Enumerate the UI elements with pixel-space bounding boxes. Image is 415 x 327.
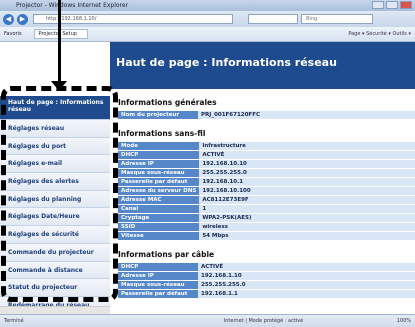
section-title-wireless: Informations sans-fil [118, 129, 206, 138]
table-row: Adresse IP 192.168.1.10 [118, 272, 415, 280]
sidebar-item-network-info[interactable]: Haut de page : Informations réseau [0, 96, 110, 120]
section-title-general: Informations générales [118, 98, 217, 107]
table-row: Adresse du serveur DNS 192.168.10.100 [118, 187, 415, 195]
row-value: ACTIVÉ [198, 263, 415, 271]
row-value: AC8112E73E9F [199, 196, 415, 204]
row-key: Mode [118, 142, 200, 150]
sidebar-item-projector-status[interactable]: Statut du projecteur [0, 279, 110, 297]
row-value: wireless [199, 223, 415, 231]
row-value: WPA2-PSK(AES) [199, 214, 415, 222]
row-key: SSID [118, 223, 200, 231]
sidebar-item-alert-settings[interactable]: Réglages des alertes [0, 173, 110, 191]
table-row: Vitesse 54 Mbps [118, 232, 415, 240]
maximize-button[interactable] [386, 1, 398, 9]
window-titlebar: Projector - Windows Internet Explorer [0, 0, 415, 11]
row-value: 255.255.255.0 [199, 169, 415, 177]
table-row: Cryptage WPA2-PSK(AES) [118, 214, 415, 222]
row-value: ACTIVÉ [199, 151, 415, 159]
row-key: Adresse IP [118, 160, 200, 168]
table-row: Passerelle par défaut 192.168.1.1 [118, 290, 415, 298]
row-key: DHCP [118, 263, 198, 271]
row-value: PRJ_001F67120FFC [198, 111, 415, 119]
table-row: Mode Infrastructure [118, 142, 415, 150]
row-key: Vitesse [118, 232, 200, 240]
row-value: Infrastructure [199, 142, 415, 150]
table-row: Masque sous-réseau 255.255.255.0 [118, 281, 415, 289]
sidebar-item-port-settings[interactable]: Réglages du port [0, 137, 110, 156]
window-controls [372, 1, 412, 9]
close-button[interactable] [400, 1, 412, 9]
security-zone: Internet | Mode protégé : activé [223, 318, 304, 324]
row-key: Adresse MAC [118, 196, 200, 204]
address-toolbar: ◀ ▶ http://192.168.1.10/ Bing [0, 11, 415, 27]
window-title: Projector - Windows Internet Explorer [16, 2, 129, 9]
row-value: 192.168.10.100 [199, 187, 415, 195]
row-key: Masque sous-réseau [118, 281, 198, 289]
favorites-button[interactable]: Favoris [0, 31, 22, 37]
refresh-stop-controls[interactable] [248, 14, 298, 24]
status-text: Terminé [4, 318, 24, 324]
row-key: Adresse du serveur DNS [118, 187, 200, 195]
sidebar-item-datetime-settings[interactable]: Réglages Date/Heure [0, 208, 110, 227]
table-row: Nom du projecteur PRJ_001F67120FFC [118, 111, 415, 119]
sidebar-item-security-settings[interactable]: Réglages de sécurité [0, 226, 110, 244]
row-value: 192.168.1.1 [198, 290, 415, 298]
callout-arrow-icon [51, 0, 67, 91]
sidebar-item-schedule-settings[interactable]: Réglages du planning [0, 190, 110, 209]
row-key: Passerelle par défaut [118, 290, 198, 298]
search-input[interactable]: Bing [301, 14, 373, 24]
zoom-level[interactable]: 100% [397, 318, 415, 324]
sidebar-item-projector-control[interactable]: Commande du projecteur [0, 243, 110, 262]
sidebar-item-network-settings[interactable]: Réglages réseau [0, 120, 110, 138]
table-row: Canal 1 [118, 205, 415, 213]
wired-info-table: DHCP ACTIVÉ Adresse IP 192.168.1.10 Masque… [118, 262, 415, 299]
row-value: 192.168.10.10 [199, 160, 415, 168]
row-key: Nom du projecteur [118, 111, 198, 119]
table-row: DHCP ACTIVÉ [118, 151, 415, 159]
table-row: SSID wireless [118, 223, 415, 231]
table-row: Masque sous-réseau 255.255.255.0 [118, 169, 415, 177]
row-key: Passerelle par défaut [118, 178, 200, 186]
row-key: Canal [118, 205, 200, 213]
minimize-button[interactable] [372, 1, 384, 9]
forward-arrow-icon[interactable]: ▶ [17, 13, 28, 25]
main-content: Haut de page : Informations réseau Infor… [110, 42, 415, 314]
row-value: 192.168.1.10 [198, 272, 415, 280]
horizontal-scrollbar[interactable] [0, 306, 110, 314]
general-info-table: Nom du projecteur PRJ_001F67120FFC [118, 110, 415, 120]
sidebar-item-email-settings[interactable]: Réglages e-mail [0, 155, 110, 174]
table-row: DHCP ACTIVÉ [118, 263, 415, 271]
favorites-bar: Favoris Projector Setup Page ▾ Sécurité … [0, 27, 415, 42]
row-key: Adresse IP [118, 272, 198, 280]
table-row: Adresse MAC AC8112E73E9F [118, 196, 415, 204]
table-row: Passerelle par défaut 192.168.10.1 [118, 178, 415, 186]
table-row: Adresse IP 192.168.10.10 [118, 160, 415, 168]
wireless-info-table: Mode Infrastructure DHCP ACTIVÉ Adresse IP… [118, 141, 415, 241]
row-key: Cryptage [118, 214, 200, 222]
row-key: Masque sous-réseau [118, 169, 200, 177]
address-input[interactable]: http://192.168.1.10/ [33, 14, 233, 24]
page-title: Haut de page : Informations réseau [110, 42, 415, 89]
row-value: 192.168.10.1 [199, 178, 415, 186]
row-key: DHCP [118, 151, 200, 159]
command-bar[interactable]: Page ▾ Sécurité ▾ Outils ▾ [348, 31, 415, 37]
section-title-wired: Informations par câble [118, 250, 215, 259]
back-arrow-icon[interactable]: ◀ [3, 13, 14, 25]
row-value: 54 Mbps [199, 232, 415, 240]
status-bar: Terminé Internet | Mode protégé : activé… [0, 314, 415, 327]
row-value: 255.255.255.0 [198, 281, 415, 289]
row-value: 1 [199, 205, 415, 213]
sidebar-item-remote-control[interactable]: Commande à distance [0, 261, 110, 280]
